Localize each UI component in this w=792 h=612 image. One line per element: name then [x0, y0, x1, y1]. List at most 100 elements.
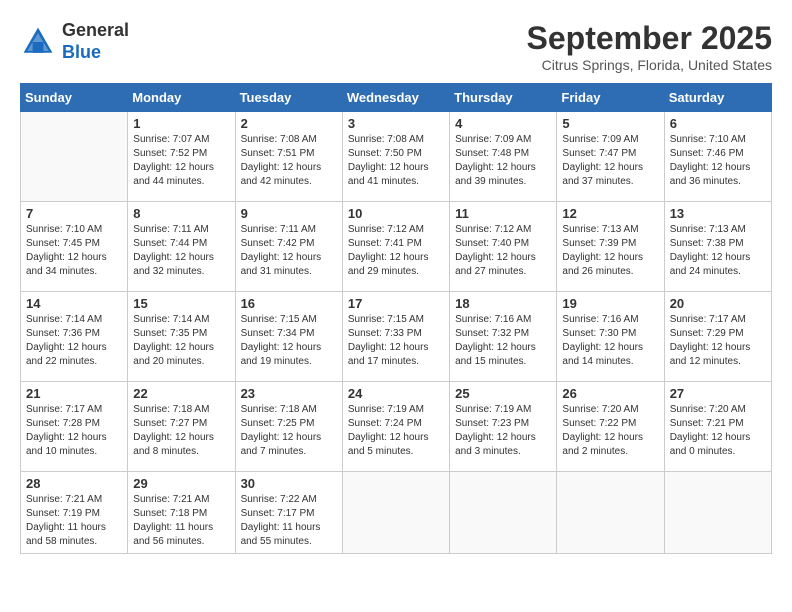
day-number: 15 — [133, 296, 229, 311]
day-info: Sunrise: 7:17 AM Sunset: 7:28 PM Dayligh… — [26, 403, 122, 459]
calendar-cell — [664, 472, 771, 554]
calendar-cell: 27 Sunrise: 7:20 AM Sunset: 7:21 PM Dayli… — [664, 382, 771, 472]
day-info: Sunrise: 7:15 AM Sunset: 7:33 PM Dayligh… — [348, 313, 444, 369]
calendar-cell: 22Sunrise: 7:18 AM Sunset: 7:27 PM Dayli… — [128, 382, 235, 472]
calendar-cell: 1 Sunrise: 7:07 AM Sunset: 7:52 PM Daylig… — [128, 112, 235, 202]
calendar-table: SundayMondayTuesdayWednesdayThursdayFrid… — [20, 83, 772, 554]
calendar-cell: 8 Sunrise: 7:11 AM Sunset: 7:44 PM Daylig… — [128, 202, 235, 292]
day-info: Sunrise: 7:18 AM Sunset: 7:25 PM Dayligh… — [241, 403, 337, 459]
calendar-cell: 5Sunrise: 7:09 AM Sunset: 7:47 PM Daylig… — [557, 112, 664, 202]
day-info: Sunrise: 7:11 AM Sunset: 7:42 PM Dayligh… — [241, 223, 337, 279]
day-number: 10 — [348, 206, 444, 221]
day-number: 27 — [670, 386, 766, 401]
day-info: Sunrise: 7:22 AM Sunset: 7:17 PM Dayligh… — [241, 493, 337, 549]
day-info: Sunrise: 7:21 AM Sunset: 7:18 PM Dayligh… — [133, 493, 229, 549]
calendar-cell: 3 Sunrise: 7:08 AM Sunset: 7:50 PM Daylig… — [342, 112, 449, 202]
calendar-cell: 4 Sunrise: 7:09 AM Sunset: 7:48 PM Daylig… — [450, 112, 557, 202]
calendar-week-4: 28 Sunrise: 7:21 AM Sunset: 7:19 PM Dayli… — [21, 472, 772, 554]
calendar-cell: 17 Sunrise: 7:15 AM Sunset: 7:33 PM Dayli… — [342, 292, 449, 382]
day-number: 8 — [133, 206, 229, 221]
day-info: Sunrise: 7:07 AM Sunset: 7:52 PM Dayligh… — [133, 133, 229, 189]
day-info: Sunrise: 7:12 AM Sunset: 7:40 PM Dayligh… — [455, 223, 551, 279]
calendar-cell: 21 Sunrise: 7:17 AM Sunset: 7:28 PM Dayli… — [21, 382, 128, 472]
location: Citrus Springs, Florida, United States — [527, 57, 772, 73]
day-number: 3 — [348, 116, 444, 131]
day-info: Sunrise: 7:14 AM Sunset: 7:36 PM Dayligh… — [26, 313, 122, 369]
day-info: Sunrise: 7:12 AM Sunset: 7:41 PM Dayligh… — [348, 223, 444, 279]
day-info: Sunrise: 7:19 AM Sunset: 7:23 PM Dayligh… — [455, 403, 551, 459]
header-sunday: Sunday — [21, 84, 128, 112]
calendar-week-1: 7 Sunrise: 7:10 AM Sunset: 7:45 PM Daylig… — [21, 202, 772, 292]
day-number: 17 — [348, 296, 444, 311]
calendar-cell: 18 Sunrise: 7:16 AM Sunset: 7:32 PM Dayli… — [450, 292, 557, 382]
calendar-cell: 15Sunrise: 7:14 AM Sunset: 7:35 PM Dayli… — [128, 292, 235, 382]
day-number: 18 — [455, 296, 551, 311]
day-number: 25 — [455, 386, 551, 401]
calendar-cell: 24 Sunrise: 7:19 AM Sunset: 7:24 PM Dayli… — [342, 382, 449, 472]
calendar-cell: 16 Sunrise: 7:15 AM Sunset: 7:34 PM Dayli… — [235, 292, 342, 382]
calendar-cell: 7 Sunrise: 7:10 AM Sunset: 7:45 PM Daylig… — [21, 202, 128, 292]
day-number: 23 — [241, 386, 337, 401]
day-info: Sunrise: 7:16 AM Sunset: 7:30 PM Dayligh… — [562, 313, 658, 369]
day-info: Sunrise: 7:09 AM Sunset: 7:48 PM Dayligh… — [455, 133, 551, 189]
calendar-cell: 29Sunrise: 7:21 AM Sunset: 7:18 PM Dayli… — [128, 472, 235, 554]
day-info: Sunrise: 7:19 AM Sunset: 7:24 PM Dayligh… — [348, 403, 444, 459]
day-number: 16 — [241, 296, 337, 311]
logo-icon — [20, 24, 56, 60]
day-number: 1 — [133, 116, 229, 131]
calendar-cell: 25 Sunrise: 7:19 AM Sunset: 7:23 PM Dayli… — [450, 382, 557, 472]
day-info: Sunrise: 7:10 AM Sunset: 7:46 PM Dayligh… — [670, 133, 766, 189]
day-info: Sunrise: 7:10 AM Sunset: 7:45 PM Dayligh… — [26, 223, 122, 279]
calendar-cell — [450, 472, 557, 554]
day-number: 20 — [670, 296, 766, 311]
page-header: General Blue September 2025 Citrus Sprin… — [20, 20, 772, 73]
day-number: 2 — [241, 116, 337, 131]
calendar-week-2: 14 Sunrise: 7:14 AM Sunset: 7:36 PM Dayli… — [21, 292, 772, 382]
day-info: Sunrise: 7:17 AM Sunset: 7:29 PM Dayligh… — [670, 313, 766, 369]
day-info: Sunrise: 7:18 AM Sunset: 7:27 PM Dayligh… — [133, 403, 229, 459]
day-number: 28 — [26, 476, 122, 491]
day-info: Sunrise: 7:13 AM Sunset: 7:39 PM Dayligh… — [562, 223, 658, 279]
day-number: 6 — [670, 116, 766, 131]
calendar-cell: 9 Sunrise: 7:11 AM Sunset: 7:42 PM Daylig… — [235, 202, 342, 292]
calendar-week-0: 1 Sunrise: 7:07 AM Sunset: 7:52 PM Daylig… — [21, 112, 772, 202]
header-saturday: Saturday — [664, 84, 771, 112]
day-info: Sunrise: 7:11 AM Sunset: 7:44 PM Dayligh… — [133, 223, 229, 279]
day-info: Sunrise: 7:20 AM Sunset: 7:21 PM Dayligh… — [670, 403, 766, 459]
calendar-cell: 26 Sunrise: 7:20 AM Sunset: 7:22 PM Dayli… — [557, 382, 664, 472]
day-info: Sunrise: 7:08 AM Sunset: 7:51 PM Dayligh… — [241, 133, 337, 189]
calendar-cell: 14 Sunrise: 7:14 AM Sunset: 7:36 PM Dayli… — [21, 292, 128, 382]
day-info: Sunrise: 7:08 AM Sunset: 7:50 PM Dayligh… — [348, 133, 444, 189]
calendar-week-3: 21 Sunrise: 7:17 AM Sunset: 7:28 PM Dayli… — [21, 382, 772, 472]
calendar-cell: 11Sunrise: 7:12 AM Sunset: 7:40 PM Dayli… — [450, 202, 557, 292]
day-number: 9 — [241, 206, 337, 221]
day-info: Sunrise: 7:16 AM Sunset: 7:32 PM Dayligh… — [455, 313, 551, 369]
day-info: Sunrise: 7:20 AM Sunset: 7:22 PM Dayligh… — [562, 403, 658, 459]
calendar-cell: 20 Sunrise: 7:17 AM Sunset: 7:29 PM Dayli… — [664, 292, 771, 382]
day-number: 4 — [455, 116, 551, 131]
day-info: Sunrise: 7:13 AM Sunset: 7:38 PM Dayligh… — [670, 223, 766, 279]
header-tuesday: Tuesday — [235, 84, 342, 112]
calendar-cell: 13 Sunrise: 7:13 AM Sunset: 7:38 PM Dayli… — [664, 202, 771, 292]
calendar-cell — [557, 472, 664, 554]
title-block: September 2025 Citrus Springs, Florida, … — [527, 20, 772, 73]
header-thursday: Thursday — [450, 84, 557, 112]
day-number: 24 — [348, 386, 444, 401]
logo-text: General Blue — [62, 20, 129, 63]
day-number: 13 — [670, 206, 766, 221]
day-number: 14 — [26, 296, 122, 311]
calendar-cell: 10 Sunrise: 7:12 AM Sunset: 7:41 PM Dayli… — [342, 202, 449, 292]
day-number: 21 — [26, 386, 122, 401]
month-year: September 2025 — [527, 20, 772, 57]
calendar-cell: 19Sunrise: 7:16 AM Sunset: 7:30 PM Dayli… — [557, 292, 664, 382]
header-friday: Friday — [557, 84, 664, 112]
day-info: Sunrise: 7:15 AM Sunset: 7:34 PM Dayligh… — [241, 313, 337, 369]
day-info: Sunrise: 7:21 AM Sunset: 7:19 PM Dayligh… — [26, 493, 122, 549]
day-number: 26 — [562, 386, 658, 401]
day-number: 7 — [26, 206, 122, 221]
calendar-cell: 28 Sunrise: 7:21 AM Sunset: 7:19 PM Dayli… — [21, 472, 128, 554]
calendar-cell: 2 Sunrise: 7:08 AM Sunset: 7:51 PM Daylig… — [235, 112, 342, 202]
header-wednesday: Wednesday — [342, 84, 449, 112]
calendar-cell: 12Sunrise: 7:13 AM Sunset: 7:39 PM Dayli… — [557, 202, 664, 292]
day-number: 5 — [562, 116, 658, 131]
